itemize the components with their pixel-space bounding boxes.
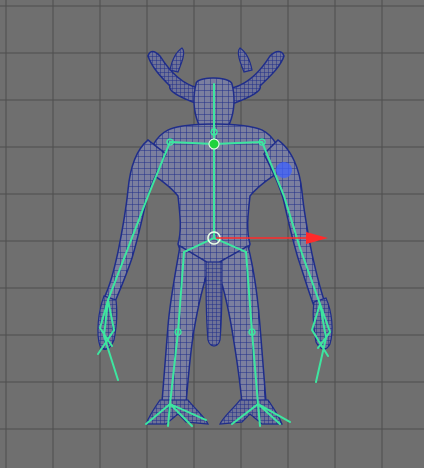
tail-piece — [205, 261, 223, 347]
left-leg — [161, 244, 211, 405]
viewport-canvas[interactable] — [0, 0, 424, 468]
right-horn-tip — [237, 47, 253, 73]
right-arm — [263, 139, 325, 308]
left-horn-tip — [169, 47, 185, 73]
chest-joint-selected[interactable] — [208, 138, 220, 150]
manipulator-x-arrowhead[interactable] — [306, 232, 328, 244]
selected-vertex-highlight[interactable] — [276, 162, 292, 178]
left-arm — [103, 139, 167, 306]
right-leg — [215, 244, 267, 405]
3d-viewport[interactable] — [0, 0, 424, 468]
